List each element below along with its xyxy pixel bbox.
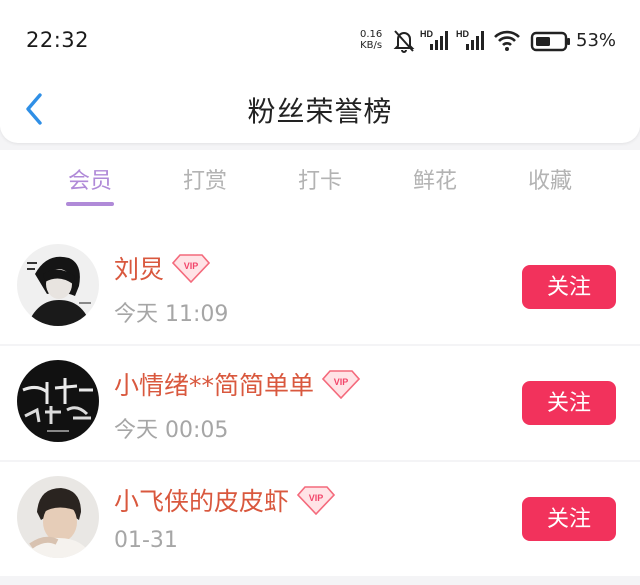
network-speed-value: 0.16 xyxy=(360,29,383,40)
battery-icon xyxy=(530,31,570,52)
page-title: 粉丝荣誉榜 xyxy=(247,95,393,128)
list-item[interactable]: 小飞侠的皮皮虾 VIP 01-31 关注 xyxy=(0,462,640,576)
fan-time: 01-31 xyxy=(114,528,178,553)
fan-name: 刘炅 xyxy=(114,255,165,284)
fan-name: 小情绪**简简单单 xyxy=(114,371,315,400)
avatar[interactable] xyxy=(17,244,99,326)
vip-badge-icon: VIP xyxy=(322,370,361,399)
mute-bell-icon xyxy=(393,30,415,53)
app-header: 22:32 0.16 KB/s HD HD 53% 粉丝荣誉榜 xyxy=(0,0,640,143)
status-bar: 22:32 0.16 KB/s HD HD 53% xyxy=(0,22,640,62)
follow-button[interactable]: 关注 xyxy=(522,497,616,541)
network-speed-unit: KB/s xyxy=(360,40,383,51)
fan-time: 今天 11:09 xyxy=(114,302,229,327)
signal-2-icon: HD xyxy=(456,29,484,50)
tab-checkin[interactable]: 打卡 xyxy=(280,163,360,195)
battery-percent: 53% xyxy=(576,30,617,51)
vip-badge-icon: VIP xyxy=(172,254,211,283)
follow-button[interactable]: 关注 xyxy=(522,381,616,425)
signal-2-hd-label: HD xyxy=(456,29,469,39)
wifi-icon xyxy=(494,30,520,51)
tab-bar: 会员 打赏 打卡 鲜花 收藏 xyxy=(0,150,640,230)
network-speed: 0.16 KB/s xyxy=(360,29,382,51)
active-tab-indicator xyxy=(66,202,114,206)
svg-text:VIP: VIP xyxy=(309,493,324,503)
vip-badge-icon: VIP xyxy=(297,486,336,515)
status-time: 22:32 xyxy=(26,28,90,52)
avatar[interactable] xyxy=(17,476,99,558)
list-item[interactable]: 刘炅 VIP 今天 11:09 关注 xyxy=(0,230,640,344)
tab-member[interactable]: 会员 xyxy=(50,163,130,195)
fan-time: 今天 00:05 xyxy=(114,418,229,443)
tab-reward[interactable]: 打赏 xyxy=(165,163,245,195)
list-item[interactable]: 小情绪**简简单单 VIP 今天 00:05 关注 xyxy=(0,346,640,460)
svg-text:VIP: VIP xyxy=(184,261,199,271)
signal-1-icon: HD xyxy=(420,29,448,50)
avatar[interactable] xyxy=(17,360,99,442)
follow-button[interactable]: 关注 xyxy=(522,265,616,309)
signal-1-hd-label: HD xyxy=(420,29,433,39)
tab-favorite[interactable]: 收藏 xyxy=(510,163,590,195)
svg-text:VIP: VIP xyxy=(334,377,349,387)
fan-name: 小飞侠的皮皮虾 xyxy=(114,487,290,516)
tab-flower[interactable]: 鲜花 xyxy=(395,163,475,195)
